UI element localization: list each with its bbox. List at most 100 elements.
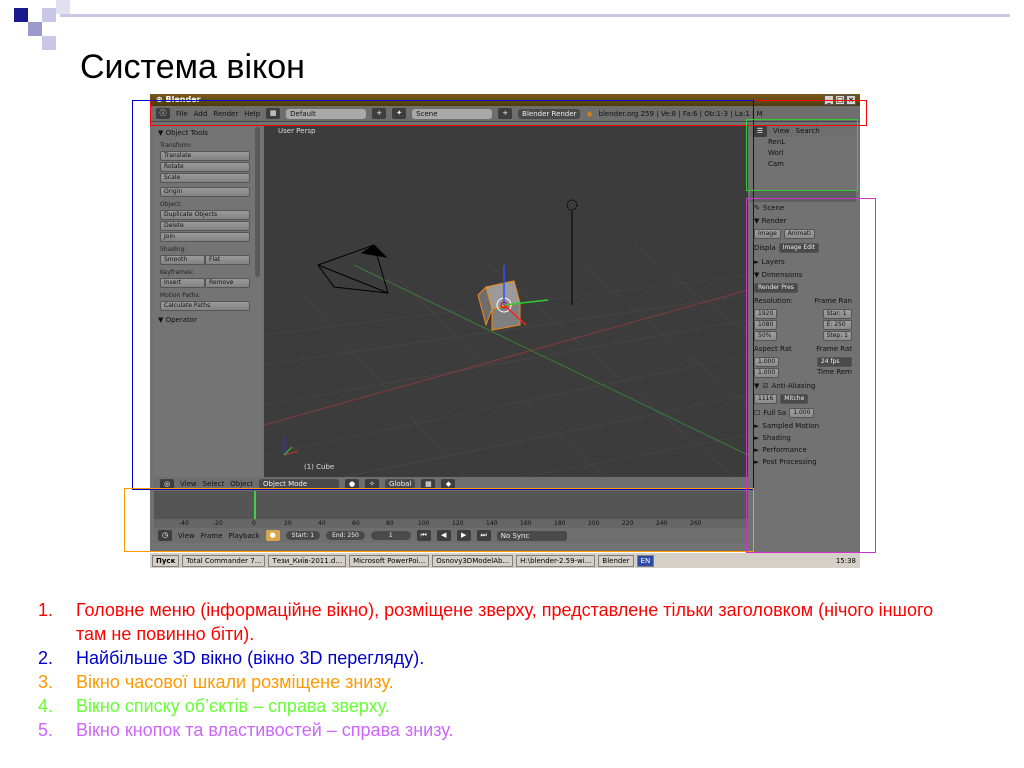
performance-panel-header[interactable]: ► Performance [750, 444, 856, 456]
end-frame-field[interactable]: End: 250 [326, 531, 365, 540]
add-scene-icon[interactable]: + [498, 108, 513, 119]
remove-keyframe-button[interactable]: Remove [205, 278, 250, 288]
taskbar-item[interactable]: Microsoft PowerPoi... [349, 554, 430, 567]
render-panel-header[interactable]: ▼ Render [750, 214, 856, 227]
resolution-percent-field[interactable]: 50% [754, 331, 778, 341]
view-menu[interactable]: View [180, 480, 197, 488]
play-icon[interactable]: ▶ [456, 530, 471, 541]
layers-icon[interactable]: ▦ [421, 478, 436, 490]
scale-button[interactable]: Scale [160, 173, 250, 183]
full-sample-checkbox-icon[interactable]: ☐ [754, 409, 760, 417]
close-button[interactable]: × [846, 95, 856, 105]
resolution-y-field[interactable]: 1080 [754, 320, 778, 330]
delete-button[interactable]: Delete [160, 221, 250, 231]
sync-select[interactable]: No Sync [496, 530, 567, 541]
menu-file[interactable]: File [176, 110, 188, 118]
maximize-button[interactable]: □ [835, 95, 845, 105]
menu-help[interactable]: Help [244, 110, 260, 118]
aspect-y-field[interactable]: 1.000 [754, 368, 780, 378]
select-menu[interactable]: Select [203, 480, 225, 488]
shading-mode-icon[interactable]: ● [345, 478, 360, 490]
timeline-editor[interactable]: -40 -20 0 20 40 60 80 100 120 140 160 18… [154, 491, 748, 543]
mode-select[interactable]: Object Mode [259, 479, 340, 489]
pivot-icon[interactable]: ✧ [365, 478, 380, 490]
taskbar-item[interactable]: Total Commander 7... [182, 554, 266, 567]
render-preset-select[interactable]: Render Pres [754, 283, 798, 293]
rotate-button[interactable]: Rotate [160, 162, 250, 172]
taskbar-item[interactable]: Тези_Київ-2011.d... [268, 554, 347, 567]
properties-tabs[interactable] [750, 190, 856, 202]
view3d-editor-icon[interactable]: ◎ [160, 478, 174, 490]
aa-samples-field[interactable]: 1116 [754, 394, 778, 404]
duplicate-button[interactable]: Duplicate Objects [160, 210, 250, 220]
editor-type-icon[interactable]: ⓘ [156, 108, 170, 119]
object-menu[interactable]: Object [230, 480, 253, 488]
scene-select[interactable]: Scene [412, 108, 493, 119]
timeline-playback-menu[interactable]: Playback [228, 532, 259, 540]
resolution-x-field[interactable]: 1920 [754, 309, 778, 319]
menu-add[interactable]: Add [194, 110, 208, 118]
flat-button[interactable]: Flat [205, 255, 250, 265]
taskbar-item[interactable]: Blender [598, 554, 634, 567]
dimensions-panel-header[interactable]: ▼ Dimensions [750, 268, 856, 281]
add-layout-icon[interactable]: + [372, 108, 387, 119]
timeline-track[interactable] [154, 491, 748, 519]
insert-keyframe-button[interactable]: Insert [160, 278, 205, 288]
lamp-icon[interactable] [566, 199, 578, 305]
smooth-button[interactable]: Smooth [160, 255, 205, 265]
orientation-select[interactable]: Global [385, 479, 416, 489]
timeline-editor-icon[interactable]: ◷ [158, 530, 172, 541]
calculate-paths-button[interactable]: Calculate Paths [160, 301, 250, 311]
tool-shelf-scrollbar[interactable] [255, 127, 260, 277]
outliner-search-menu[interactable]: Search [796, 127, 820, 135]
aa-size-field[interactable]: 1.000 [789, 408, 815, 418]
shading-panel-header[interactable]: ► Shading [750, 432, 856, 444]
layout-select[interactable]: Default [286, 108, 367, 119]
anti-aliasing-header[interactable]: ▼ ☑ Anti-Aliasing [750, 380, 856, 392]
jump-end-icon[interactable]: ⏭ [476, 530, 491, 541]
join-button[interactable]: Join [160, 232, 250, 242]
start-button[interactable]: Пуск [152, 554, 180, 567]
translate-button[interactable]: Translate [160, 151, 250, 161]
render-animation-button[interactable]: Animati [783, 229, 815, 239]
frame-end-field[interactable]: E: 250 [822, 320, 852, 330]
play-reverse-icon[interactable]: ◀ [436, 530, 451, 541]
post-processing-panel-header[interactable]: ► Post Processing [750, 456, 856, 468]
taskbar-item[interactable]: H:\blender-2.59-wi... [516, 554, 596, 567]
outliner-item[interactable]: Worl [750, 148, 856, 159]
object-tools-header[interactable]: ▼ Object Tools [154, 125, 262, 139]
taskbar-item[interactable]: Osnovy3DModelAb... [432, 554, 514, 567]
language-indicator[interactable]: EN [636, 554, 655, 567]
aa-filter-select[interactable]: Mitche [780, 394, 809, 404]
aa-checkbox-icon[interactable]: ☑ [762, 382, 768, 390]
current-frame-marker[interactable] [254, 491, 256, 519]
3d-viewport[interactable]: User Persp (1) Cube [264, 125, 748, 477]
operator-header[interactable]: ▼ Operator [154, 312, 262, 326]
layers-panel-header[interactable]: ► Layers [750, 255, 856, 268]
pin-icon[interactable]: ✎ [754, 204, 760, 212]
cube-object[interactable] [477, 280, 521, 331]
outliner-view-menu[interactable]: View [773, 127, 790, 135]
start-frame-field[interactable]: Start: 1 [285, 531, 321, 540]
minimize-button[interactable]: _ [824, 95, 834, 105]
render-image-button[interactable]: Image [754, 229, 781, 239]
aspect-x-field[interactable]: 1.000 [754, 357, 780, 367]
snap-icon[interactable]: ◆ [441, 478, 456, 490]
fps-select[interactable]: 24 fps [816, 357, 852, 367]
timeline-view-menu[interactable]: View [178, 532, 195, 540]
engine-select[interactable]: Blender Render [518, 108, 581, 119]
outliner-item[interactable]: RenL [750, 137, 856, 148]
display-select[interactable]: Image Edit [778, 243, 819, 253]
record-icon[interactable]: ● [265, 530, 280, 541]
camera-icon[interactable] [317, 244, 389, 294]
menu-render[interactable]: Render [213, 110, 238, 118]
sampled-motion-header[interactable]: ► Sampled Motion [750, 420, 856, 432]
outliner-editor-icon[interactable]: ☰ [753, 125, 767, 137]
timeline-frame-menu[interactable]: Frame [201, 532, 223, 540]
frame-step-field[interactable]: Step: 1 [822, 331, 852, 341]
outliner-item[interactable]: Cam [750, 159, 856, 170]
jump-start-icon[interactable]: ⏮ [416, 530, 431, 541]
current-frame-field[interactable]: 1 [370, 531, 411, 540]
frame-start-field[interactable]: Star: 1 [822, 309, 852, 319]
origin-button[interactable]: Origin [160, 187, 250, 197]
